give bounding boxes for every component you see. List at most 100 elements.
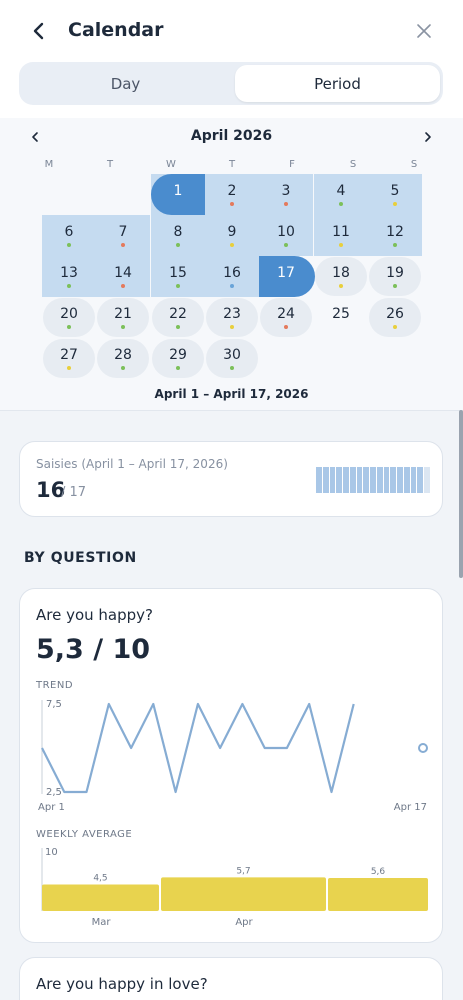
calendar-day[interactable]: 30 bbox=[205, 338, 259, 379]
entry-bar bbox=[390, 467, 397, 493]
calendar-day[interactable]: 12 bbox=[368, 215, 422, 256]
entries-total: / 17 bbox=[61, 485, 87, 500]
chevron-left-icon[interactable] bbox=[26, 16, 54, 46]
mood-dot bbox=[67, 243, 71, 247]
question-card[interactable]: Are you happy in love? bbox=[19, 957, 443, 1000]
day-number: 20 bbox=[60, 306, 78, 322]
bar-value-label: 4,5 bbox=[93, 873, 107, 883]
day-number: 14 bbox=[114, 265, 132, 281]
mood-dot bbox=[339, 325, 343, 329]
chevron-right-icon[interactable] bbox=[421, 128, 435, 146]
entry-bar bbox=[329, 467, 336, 493]
scrollbar[interactable] bbox=[459, 410, 463, 578]
weekday-label: W bbox=[166, 159, 176, 170]
day-number: 22 bbox=[169, 306, 187, 322]
weekly-bar bbox=[42, 884, 159, 911]
mood-dot bbox=[393, 325, 397, 329]
calendar-day[interactable]: 14 bbox=[96, 256, 150, 297]
day-number: 30 bbox=[223, 347, 241, 363]
calendar-day[interactable]: 13 bbox=[42, 256, 96, 297]
x-tick-label: Apr 1 bbox=[38, 802, 65, 813]
calendar-day[interactable]: 6 bbox=[42, 215, 96, 256]
weekday-label: M bbox=[44, 159, 54, 170]
calendar-day[interactable]: 21 bbox=[96, 297, 150, 338]
entry-bar bbox=[417, 467, 424, 493]
calendar-day[interactable]: 7 bbox=[96, 215, 150, 256]
calendar-day[interactable]: 2 bbox=[205, 174, 259, 215]
day-number: 25 bbox=[332, 306, 350, 322]
mood-dot bbox=[176, 284, 180, 288]
calendar-day[interactable]: 27 bbox=[42, 338, 96, 379]
calendar-day[interactable]: 23 bbox=[205, 297, 259, 338]
section-title: BY QUESTION bbox=[24, 550, 137, 566]
mood-dot bbox=[176, 202, 180, 206]
y-tick-label: 10 bbox=[45, 847, 58, 858]
calendar-day[interactable]: 17 bbox=[259, 256, 315, 297]
mood-dot bbox=[176, 366, 180, 370]
calendar-day[interactable]: 3 bbox=[259, 174, 313, 215]
day-number: 23 bbox=[223, 306, 241, 322]
weekday-label: F bbox=[289, 159, 295, 170]
entries-progress bbox=[316, 467, 431, 493]
entry-bar bbox=[376, 467, 383, 493]
mood-dot bbox=[121, 325, 125, 329]
entry-bar bbox=[322, 467, 329, 493]
calendar-day[interactable]: 28 bbox=[96, 338, 150, 379]
calendar-day[interactable]: 29 bbox=[151, 338, 205, 379]
weekly-bar bbox=[161, 877, 326, 911]
calendar-day[interactable]: 20 bbox=[42, 297, 96, 338]
calendar-day[interactable]: 19 bbox=[368, 256, 422, 297]
day-number: 13 bbox=[60, 265, 78, 281]
entry-bar bbox=[397, 467, 403, 493]
mood-dot bbox=[284, 243, 288, 247]
calendar-day[interactable]: 8 bbox=[151, 215, 205, 256]
day-number: 19 bbox=[386, 265, 404, 281]
day-number: 28 bbox=[114, 347, 132, 363]
mood-dot bbox=[230, 366, 234, 370]
mood-dot bbox=[67, 284, 71, 288]
calendar-day[interactable]: 11 bbox=[314, 215, 368, 256]
weekday-label: T bbox=[228, 159, 236, 170]
tab-period[interactable]: Period bbox=[235, 65, 440, 102]
calendar-day[interactable]: 5 bbox=[368, 174, 422, 215]
calendar-day[interactable]: 16 bbox=[205, 256, 259, 297]
day-number: 29 bbox=[169, 347, 187, 363]
calendar-day[interactable]: 9 bbox=[205, 215, 259, 256]
mood-dot bbox=[284, 325, 288, 329]
divider bbox=[0, 410, 463, 411]
calendar-day[interactable]: 15 bbox=[151, 256, 205, 297]
calendar-day[interactable]: 10 bbox=[259, 215, 313, 256]
calendar-day[interactable]: 1 bbox=[151, 174, 207, 215]
selected-range-label: April 1 – April 17, 2026 bbox=[154, 387, 309, 401]
day-number: 17 bbox=[277, 265, 295, 281]
entry-bar bbox=[383, 467, 390, 493]
calendar-day[interactable]: 4 bbox=[314, 174, 368, 215]
close-icon[interactable] bbox=[415, 22, 433, 40]
x-tick-label: Mar bbox=[92, 917, 112, 928]
x-tick-label: Apr bbox=[235, 917, 253, 928]
calendar-day[interactable]: 22 bbox=[151, 297, 205, 338]
calendar-day[interactable]: 24 bbox=[259, 297, 313, 338]
day-number: 16 bbox=[223, 265, 241, 281]
question-card[interactable]: Are you happy? 5,3 / 10 TREND WEEKLY AVE… bbox=[19, 588, 443, 943]
mood-dot bbox=[176, 243, 180, 247]
mood-dot bbox=[393, 202, 397, 206]
weekday-label: S bbox=[349, 159, 357, 170]
page-title: Calendar bbox=[68, 19, 164, 41]
calendar-day[interactable]: 18 bbox=[314, 256, 368, 297]
tab-day[interactable]: Day bbox=[22, 65, 229, 102]
day-number: 18 bbox=[332, 265, 350, 281]
calendar-day[interactable]: 25 bbox=[314, 297, 368, 338]
mood-dot bbox=[284, 284, 288, 288]
entry-bar bbox=[349, 467, 356, 493]
day-number: 8 bbox=[173, 224, 183, 240]
question-charts: 7,5 2,5 Apr 1 Apr 17 10 4,5 Mar 5,7 Apr 5,6 bbox=[38, 699, 428, 928]
calendar-day[interactable]: 26 bbox=[368, 297, 422, 338]
day-number: 9 bbox=[227, 224, 237, 240]
weekly-bar bbox=[328, 877, 428, 911]
trend-point bbox=[418, 743, 428, 753]
day-number: 24 bbox=[277, 306, 295, 322]
day-number: 1 bbox=[173, 183, 183, 199]
entry-bar bbox=[424, 467, 431, 493]
header: Calendar bbox=[0, 0, 463, 62]
